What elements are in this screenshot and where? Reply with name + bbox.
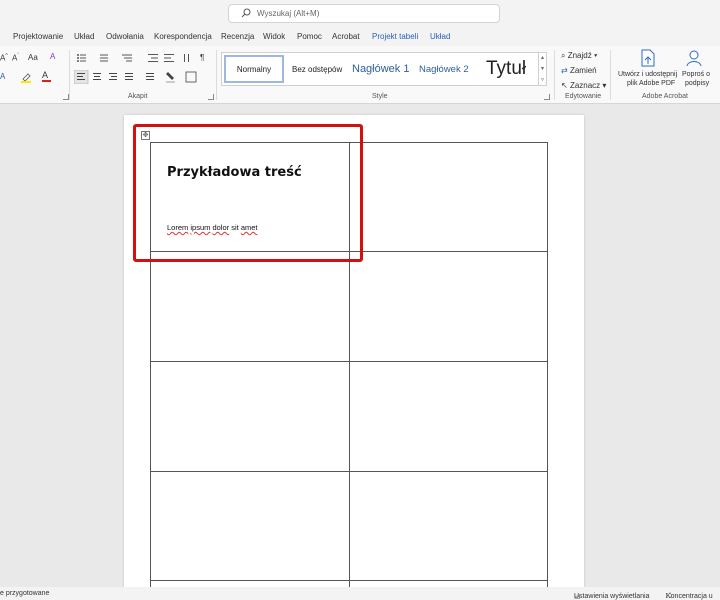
- request-sign-label-1: Poproś o: [682, 71, 711, 78]
- tab-korespondencja[interactable]: Korespondencja: [154, 32, 212, 41]
- table-row-line: [150, 471, 548, 472]
- font-dialog-launcher[interactable]: [63, 94, 69, 100]
- paragraph-dialog-launcher[interactable]: [208, 94, 214, 100]
- tab-uklad[interactable]: Układ: [74, 32, 94, 41]
- style-no-spacing[interactable]: Bez odstępów: [292, 53, 342, 85]
- request-signatures-button[interactable]: Poproś o podpisy: [682, 70, 710, 88]
- display-settings-label: Ustawienia wyświetlania: [574, 593, 650, 600]
- select-label: Zaznacz: [569, 81, 601, 90]
- group-label-paragraph: Akapit: [128, 93, 148, 100]
- text-effects-icon[interactable]: A: [0, 72, 5, 81]
- font-shrink-icon[interactable]: Aˇ: [12, 53, 19, 63]
- request-signatures-icon: [686, 50, 702, 67]
- create-pdf-icon: [641, 49, 655, 67]
- group-label-acrobat: Adobe Acrobat: [642, 93, 688, 100]
- highlight-icon[interactable]: [20, 71, 32, 85]
- tab-pomoc[interactable]: Pomoc: [297, 32, 322, 41]
- tab-acrobat[interactable]: Acrobat: [332, 32, 360, 41]
- search-icon: [241, 8, 251, 18]
- replace-icon: ⇄: [561, 66, 570, 75]
- tab-recenzja[interactable]: Recenzja: [221, 32, 254, 41]
- font-grow-icon[interactable]: A^: [0, 53, 8, 63]
- styles-gallery: Normalny Bez odstępów Nagłówek 1 Nagłówe…: [221, 52, 539, 86]
- table-border-right: [547, 142, 548, 587]
- divider: [216, 50, 217, 100]
- group-label-editing: Edytowanie: [565, 93, 602, 100]
- highlight-annotation-box: [133, 124, 363, 262]
- table-row-line: [150, 580, 548, 581]
- request-sign-label-2: podpisy: [684, 80, 710, 87]
- tab-projekt-tabeli[interactable]: Projekt tabeli: [372, 32, 418, 41]
- divider: [69, 50, 70, 100]
- search-placeholder: Wyszukaj (Alt+M): [257, 9, 320, 18]
- find-label: Znajdź: [567, 51, 592, 60]
- replace-button[interactable]: ⇄ Zamień: [561, 66, 597, 75]
- styles-scroll[interactable]: ▴ ▾ ▿: [538, 52, 547, 86]
- font-color-icon[interactable]: A: [42, 70, 51, 82]
- select-cursor-icon: ↖: [561, 81, 570, 90]
- list-buttons-icon[interactable]: [76, 53, 136, 63]
- ribbon-tabs: Projektowanie Układ Odwołania Koresponde…: [0, 26, 720, 46]
- status-text: e przygotowane: [0, 590, 50, 597]
- focus-label: Koncentracja u: [666, 593, 713, 600]
- style-normal[interactable]: Normalny: [224, 55, 284, 83]
- alignment-icons[interactable]: [74, 70, 214, 84]
- status-bar: e przygotowane ▭ Ustawienia wyświetlania…: [0, 587, 720, 600]
- divider: [610, 50, 611, 100]
- paragraph-mark-button[interactable]: ¶: [200, 53, 204, 62]
- search-box[interactable]: Wyszukaj (Alt+M): [228, 4, 500, 23]
- title-bar: Wyszukaj (Alt+M): [0, 0, 720, 26]
- create-pdf-button[interactable]: Utwórz i udostępnij plik Adobe PDF: [618, 70, 677, 88]
- indent-sort-icons[interactable]: [148, 53, 208, 63]
- select-button[interactable]: ↖ Zaznacz ▾: [561, 81, 606, 90]
- divider: [554, 50, 555, 100]
- find-button[interactable]: ⌕ Znajdź ▾: [561, 51, 597, 61]
- style-title[interactable]: Tytuł: [486, 53, 526, 85]
- ribbon: A^ Aˇ Aa A A A ¶ Akapit Normalny Bez ods…: [0, 46, 720, 104]
- clear-formatting-icon[interactable]: A: [50, 52, 55, 61]
- tab-projektowanie[interactable]: Projektowanie: [13, 32, 63, 41]
- style-heading2[interactable]: Nagłówek 2: [419, 53, 469, 85]
- styles-dialog-launcher[interactable]: [544, 94, 550, 100]
- tab-odwolania[interactable]: Odwołania: [106, 32, 144, 41]
- style-heading1[interactable]: Nagłówek 1: [352, 53, 409, 85]
- group-label-styles: Style: [372, 93, 388, 100]
- tab-widok[interactable]: Widok: [263, 32, 285, 41]
- create-pdf-label-2: plik Adobe PDF: [626, 80, 676, 87]
- replace-label: Zamień: [569, 66, 597, 75]
- find-icon: ⌕: [561, 51, 568, 60]
- table-row-line: [150, 361, 548, 362]
- change-case-button[interactable]: Aa: [28, 53, 38, 62]
- tab-uklad-tabeli[interactable]: Układ: [430, 32, 450, 41]
- create-pdf-label-1: Utwórz i udostępnij: [618, 71, 678, 78]
